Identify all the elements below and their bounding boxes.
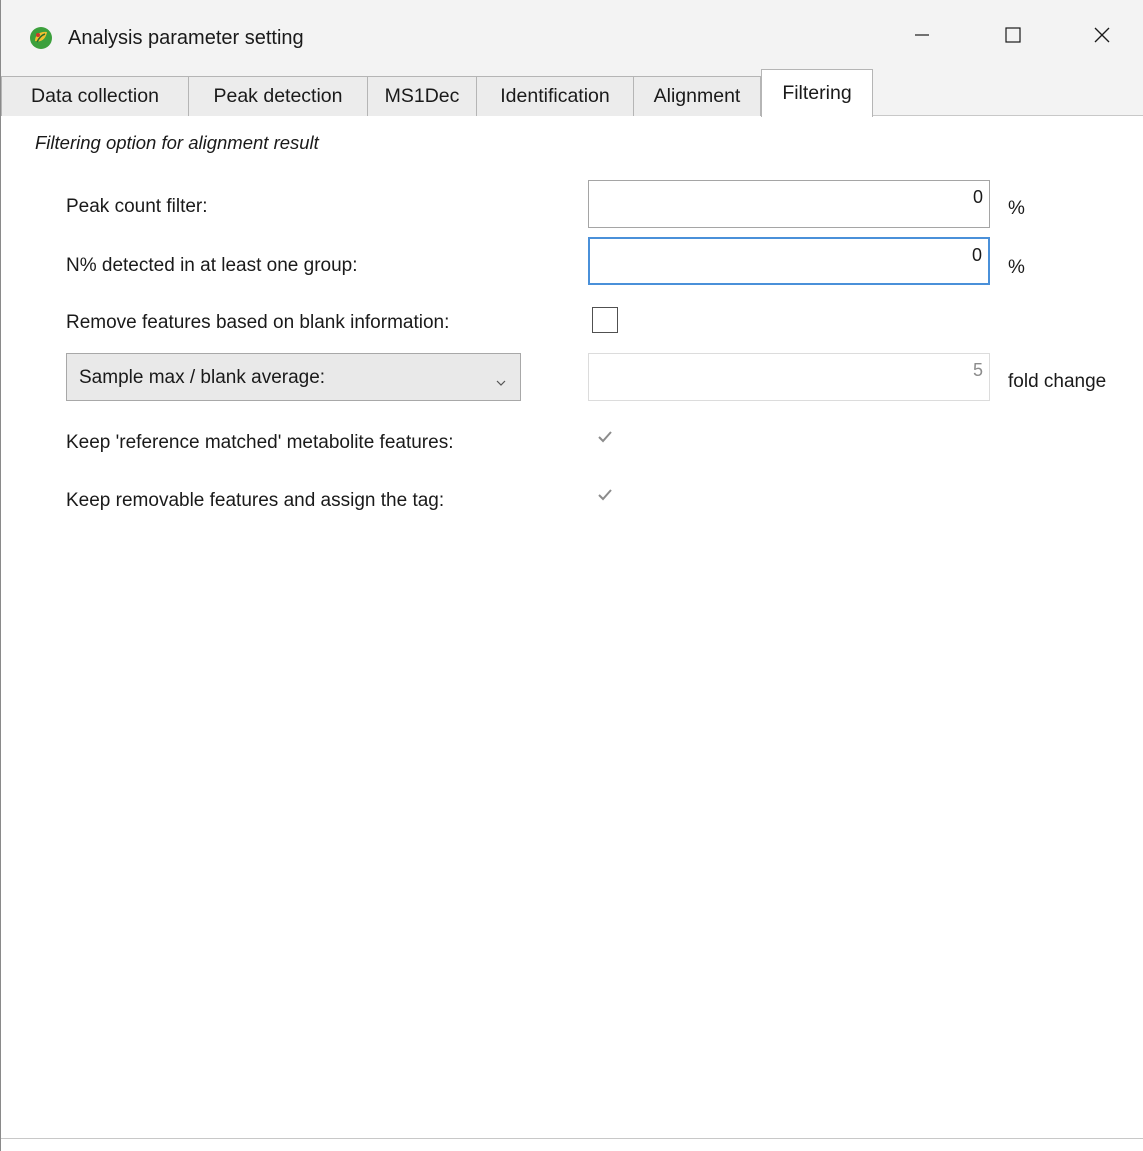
detected-group-label: N% detected in at least one group:	[66, 255, 358, 276]
tab-identification[interactable]: Identification	[476, 76, 634, 116]
checkmark-icon	[598, 431, 612, 443]
app-leaf-icon	[29, 26, 53, 50]
remove-blank-checkbox[interactable]	[592, 307, 618, 333]
keep-reference-label: Keep 'reference matched' metabolite feat…	[66, 432, 454, 453]
fold-change-input[interactable]: 5	[588, 353, 990, 401]
analysis-parameter-window: Analysis parameter setting Data collecti…	[0, 0, 1143, 1151]
detected-group-input[interactable]: 0	[588, 237, 990, 285]
remove-blank-label: Remove features based on blank informati…	[66, 312, 450, 333]
close-icon	[1094, 27, 1110, 43]
section-heading: Filtering option for alignment result	[35, 132, 319, 153]
tab-filtering[interactable]: Filtering	[761, 69, 873, 117]
peak-count-unit: %	[1008, 198, 1025, 219]
tab-data-collection[interactable]: Data collection	[1, 76, 189, 116]
chevron-down-icon	[495, 372, 507, 394]
keep-removable-checkbox[interactable]	[592, 482, 618, 508]
window-title: Analysis parameter setting	[68, 27, 304, 49]
detected-group-unit: %	[1008, 257, 1025, 278]
blank-method-select[interactable]: Sample max / blank average:	[66, 353, 521, 401]
tab-ms1dec[interactable]: MS1Dec	[367, 76, 477, 116]
tab-strip: Data collection Peak detection MS1Dec Id…	[1, 69, 1143, 117]
title-bar[interactable]: Analysis parameter setting	[1, 0, 1143, 70]
tab-alignment[interactable]: Alignment	[633, 76, 761, 116]
peak-count-input[interactable]: 0	[588, 180, 990, 228]
minimize-button[interactable]	[891, 12, 953, 58]
keep-removable-label: Keep removable features and assign the t…	[66, 490, 445, 511]
fold-change-unit: fold change	[1008, 371, 1107, 392]
close-button[interactable]	[1071, 12, 1133, 58]
bottom-divider	[1, 1138, 1143, 1139]
maximize-button[interactable]	[982, 12, 1044, 58]
minimize-icon	[915, 34, 929, 36]
checkmark-icon	[598, 489, 612, 501]
keep-reference-checkbox[interactable]	[592, 424, 618, 450]
maximize-icon	[1005, 27, 1021, 43]
tab-peak-detection[interactable]: Peak detection	[188, 76, 368, 116]
peak-count-label: Peak count filter:	[66, 196, 208, 217]
blank-method-selected: Sample max / blank average:	[79, 367, 326, 388]
